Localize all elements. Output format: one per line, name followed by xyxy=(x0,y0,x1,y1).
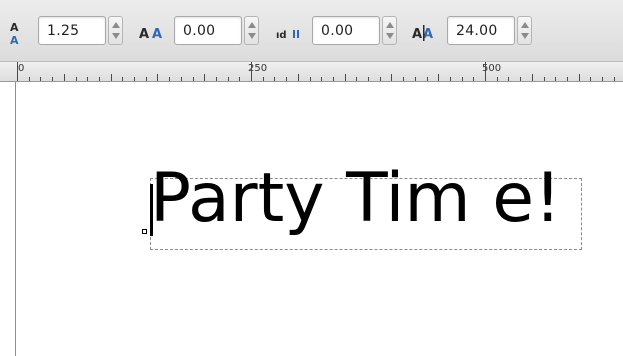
line-spacing-stepper[interactable] xyxy=(108,16,123,45)
ruler-tick xyxy=(544,77,545,81)
ruler-tick xyxy=(520,77,521,81)
word-spacing-value: 0.00 xyxy=(321,23,354,39)
stepper-down-icon[interactable] xyxy=(112,33,120,39)
ruler-tick xyxy=(368,77,369,81)
ruler-tick xyxy=(122,77,123,81)
stepper-up-icon[interactable] xyxy=(386,22,394,28)
text-editor-window: A A 1.25 A A 0.00 ıd 0.00 A A 24.00 0 25… xyxy=(0,0,623,356)
word-spacing-input[interactable]: 0.00 xyxy=(312,16,380,45)
vertical-ruler-edge xyxy=(15,82,16,356)
ruler-tick xyxy=(111,74,112,81)
ruler-tick xyxy=(286,77,287,81)
ruler-tick xyxy=(590,77,591,81)
ruler-tick xyxy=(263,77,264,81)
ruler-tick xyxy=(157,74,158,81)
svg-text:A: A xyxy=(10,34,19,46)
ruler-tick xyxy=(473,77,474,81)
ruler-tick xyxy=(380,77,381,81)
ruler-tick xyxy=(134,77,135,81)
line-spacing-input[interactable]: 1.25 xyxy=(38,16,106,45)
line-spacing-icon: A A xyxy=(8,20,24,49)
letter-spacing-value: 0.00 xyxy=(183,23,216,39)
ruler-tick xyxy=(181,77,182,81)
ruler-tick xyxy=(614,77,615,81)
ruler-tick xyxy=(579,74,580,81)
ruler-tick xyxy=(321,77,322,81)
ruler-tick xyxy=(438,74,439,81)
line-spacing-value: 1.25 xyxy=(47,23,80,39)
stepper-down-icon[interactable] xyxy=(521,33,529,39)
ruler-tick xyxy=(427,77,428,81)
ruler-tick xyxy=(415,77,416,81)
ruler-tick xyxy=(52,77,53,81)
stepper-down-icon[interactable] xyxy=(248,33,256,39)
baseline-handle[interactable] xyxy=(142,229,147,234)
ruler-tick xyxy=(29,77,30,81)
ruler-tick xyxy=(193,77,194,81)
ruler-tick xyxy=(204,74,205,81)
letter-spacing-icon: A A xyxy=(139,26,171,43)
ruler-tick xyxy=(555,77,556,81)
stepper-up-icon[interactable] xyxy=(521,22,529,28)
ruler-tick xyxy=(87,77,88,81)
ruler-tick xyxy=(40,77,41,81)
ruler-tick xyxy=(403,77,404,81)
text-toolbar: A A 1.25 A A 0.00 ıd 0.00 A A 24.00 xyxy=(0,0,623,62)
ruler-tick xyxy=(532,74,533,81)
ruler-tick xyxy=(76,77,77,81)
ruler-tick xyxy=(333,77,334,81)
ruler-tick xyxy=(239,77,240,81)
ruler-tick xyxy=(251,62,252,81)
ruler-label: 0 xyxy=(18,63,25,74)
ruler-tick xyxy=(99,77,100,81)
ruler-tick xyxy=(216,77,217,81)
ruler-tick xyxy=(602,77,603,81)
ruler-tick xyxy=(356,77,357,81)
ruler-tick xyxy=(298,74,299,81)
stepper-up-icon[interactable] xyxy=(248,22,256,28)
letter-spacing-input[interactable]: 0.00 xyxy=(174,16,242,45)
ruler-tick xyxy=(391,74,392,81)
ruler-tick xyxy=(485,62,486,81)
kerning-value: 24.00 xyxy=(456,23,498,39)
ruler-tick xyxy=(310,77,311,81)
ruler-tick xyxy=(345,74,346,81)
ruler-tick xyxy=(64,74,65,81)
kerning-icon: A A xyxy=(412,25,440,44)
horizontal-ruler[interactable]: 0 250 500 xyxy=(0,62,623,82)
ruler-tick xyxy=(274,77,275,81)
ruler-tick xyxy=(462,77,463,81)
svg-text:A: A xyxy=(152,27,162,40)
ruler-tick xyxy=(146,77,147,81)
ruler-tick xyxy=(567,77,568,81)
svg-text:A: A xyxy=(423,27,433,41)
ruler-tick xyxy=(228,77,229,81)
text-cursor xyxy=(150,184,153,236)
ruler-tick xyxy=(450,77,451,81)
ruler-tick xyxy=(169,77,170,81)
svg-text:A: A xyxy=(412,27,422,41)
kerning-input[interactable]: 24.00 xyxy=(447,16,515,45)
ruler-tick xyxy=(508,77,509,81)
canvas-text[interactable]: Party Tim e! xyxy=(150,165,561,233)
ruler-tick xyxy=(497,77,498,81)
svg-text:A: A xyxy=(10,21,19,34)
word-spacing-stepper[interactable] xyxy=(382,16,397,45)
letter-spacing-stepper[interactable] xyxy=(244,16,259,45)
svg-text:ıd: ıd xyxy=(276,30,287,41)
stepper-down-icon[interactable] xyxy=(386,33,394,39)
svg-text:A: A xyxy=(139,27,149,40)
ruler-tick xyxy=(17,62,18,81)
word-spacing-icon: ıd xyxy=(276,27,306,44)
kerning-stepper[interactable] xyxy=(517,16,532,45)
stepper-up-icon[interactable] xyxy=(112,22,120,28)
